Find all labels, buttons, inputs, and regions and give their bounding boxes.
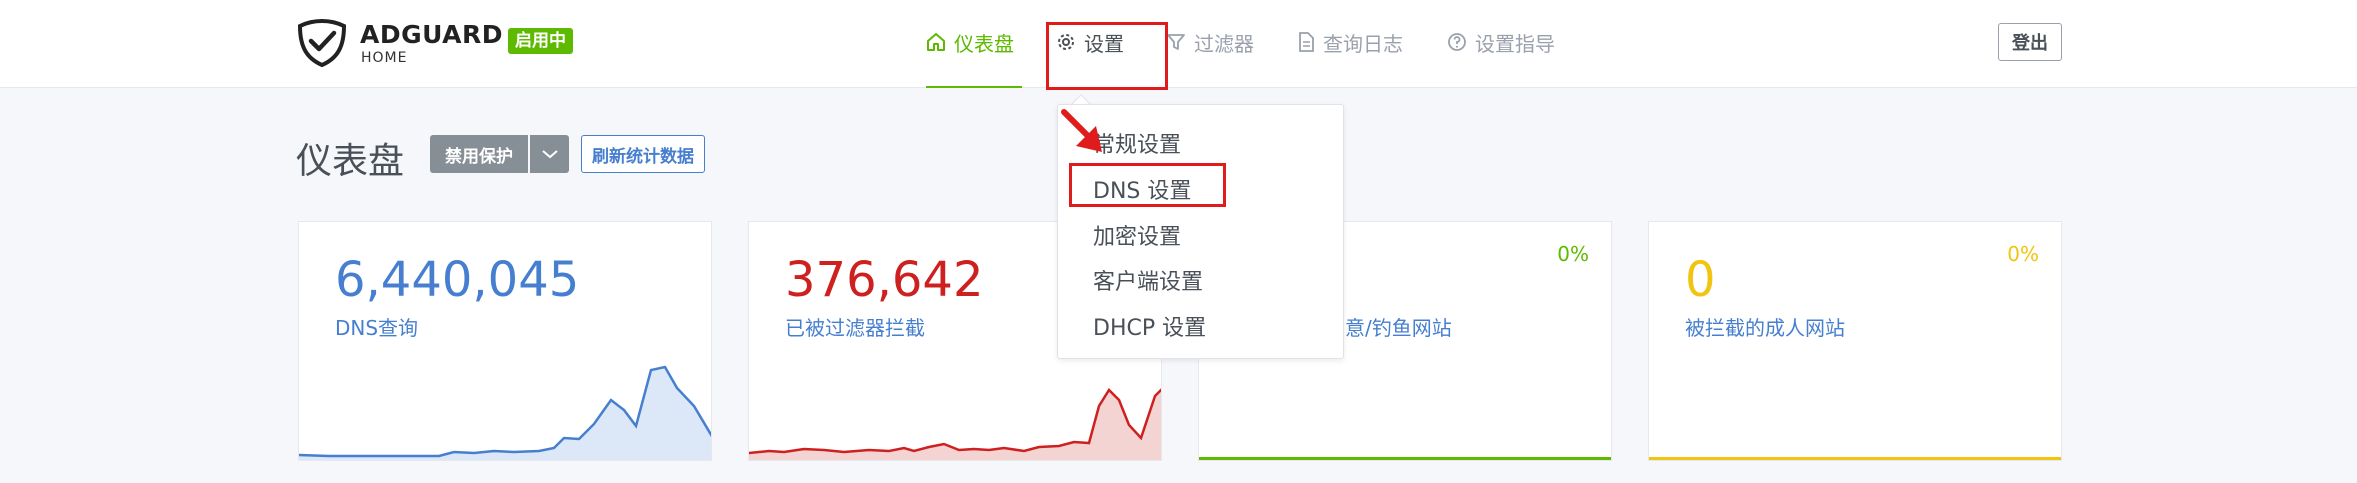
adult-sites-label: 被拦截的成人网站 xyxy=(1685,316,1845,340)
menu-item-dhcp-settings[interactable]: DHCP 设置 xyxy=(1093,310,1206,342)
nav-setup-guide[interactable]: 设置指导 xyxy=(1447,28,1555,56)
active-tab-underline xyxy=(926,86,1022,88)
menu-item-client-settings[interactable]: 客户端设置 xyxy=(1093,264,1203,296)
nav-setup-guide-label: 设置指导 xyxy=(1475,31,1555,56)
disable-protection-button[interactable]: 禁用保护 xyxy=(430,135,528,173)
highlight-dns-settings xyxy=(1069,163,1226,207)
refresh-stats-button[interactable]: 刷新统计数据 xyxy=(581,135,705,173)
red-arrow-icon xyxy=(1061,109,1102,152)
nav-dashboard-label: 仪表盘 xyxy=(954,31,1014,56)
disable-protection-dropdown-toggle[interactable] xyxy=(530,135,569,173)
home-icon xyxy=(927,33,945,51)
protection-status-badge: 启用中 xyxy=(508,28,573,54)
dns-queries-sparkline xyxy=(299,365,711,460)
dns-queries-label: DNS查询 xyxy=(335,316,419,340)
highlight-settings-nav xyxy=(1046,22,1168,90)
filter-icon xyxy=(1167,34,1185,50)
brand-name: ADGUARD xyxy=(360,20,504,49)
adult-sites-value: 0 xyxy=(1685,252,1716,308)
nav-filters-label: 过滤器 xyxy=(1194,31,1254,56)
blocked-filters-value: 376,642 xyxy=(785,252,984,308)
nav-query-log[interactable]: 查询日志 xyxy=(1297,28,1403,56)
adult-sites-line xyxy=(1649,457,2061,460)
blocked-filters-label: 已被过滤器拦截 xyxy=(785,316,925,340)
chevron-down-icon xyxy=(541,150,558,159)
dns-queries-value: 6,440,045 xyxy=(335,252,580,308)
nav-dashboard[interactable]: 仪表盘 xyxy=(926,28,1014,56)
adguard-shield-logo[interactable] xyxy=(296,18,348,68)
logout-button[interactable]: 登出 xyxy=(1998,23,2062,61)
menu-item-encryption-settings[interactable]: 加密设置 xyxy=(1093,219,1181,251)
help-circle-icon xyxy=(1448,33,1466,51)
stat-card-dns-queries: 6,440,045 DNS查询 xyxy=(298,221,712,461)
page-title: 仪表盘 xyxy=(296,141,405,182)
document-icon xyxy=(1299,32,1314,52)
stat-card-adult-sites: 0 被拦截的成人网站 0% xyxy=(1648,221,2062,461)
malware-phishing-percent: 0% xyxy=(1557,242,1589,266)
brand-subtitle: HOME xyxy=(361,50,408,66)
malware-phishing-line xyxy=(1199,457,1611,460)
top-header: ADGUARD HOME 启用中 仪表盘 设置 过滤器 查询日志 设置指导 登出 xyxy=(0,0,2357,88)
nav-filters[interactable]: 过滤器 xyxy=(1166,28,1254,56)
malware-phishing-label: 意/钓鱼网站 xyxy=(1345,316,1452,340)
nav-query-log-label: 查询日志 xyxy=(1323,31,1403,56)
adult-sites-percent: 0% xyxy=(2007,242,2039,266)
